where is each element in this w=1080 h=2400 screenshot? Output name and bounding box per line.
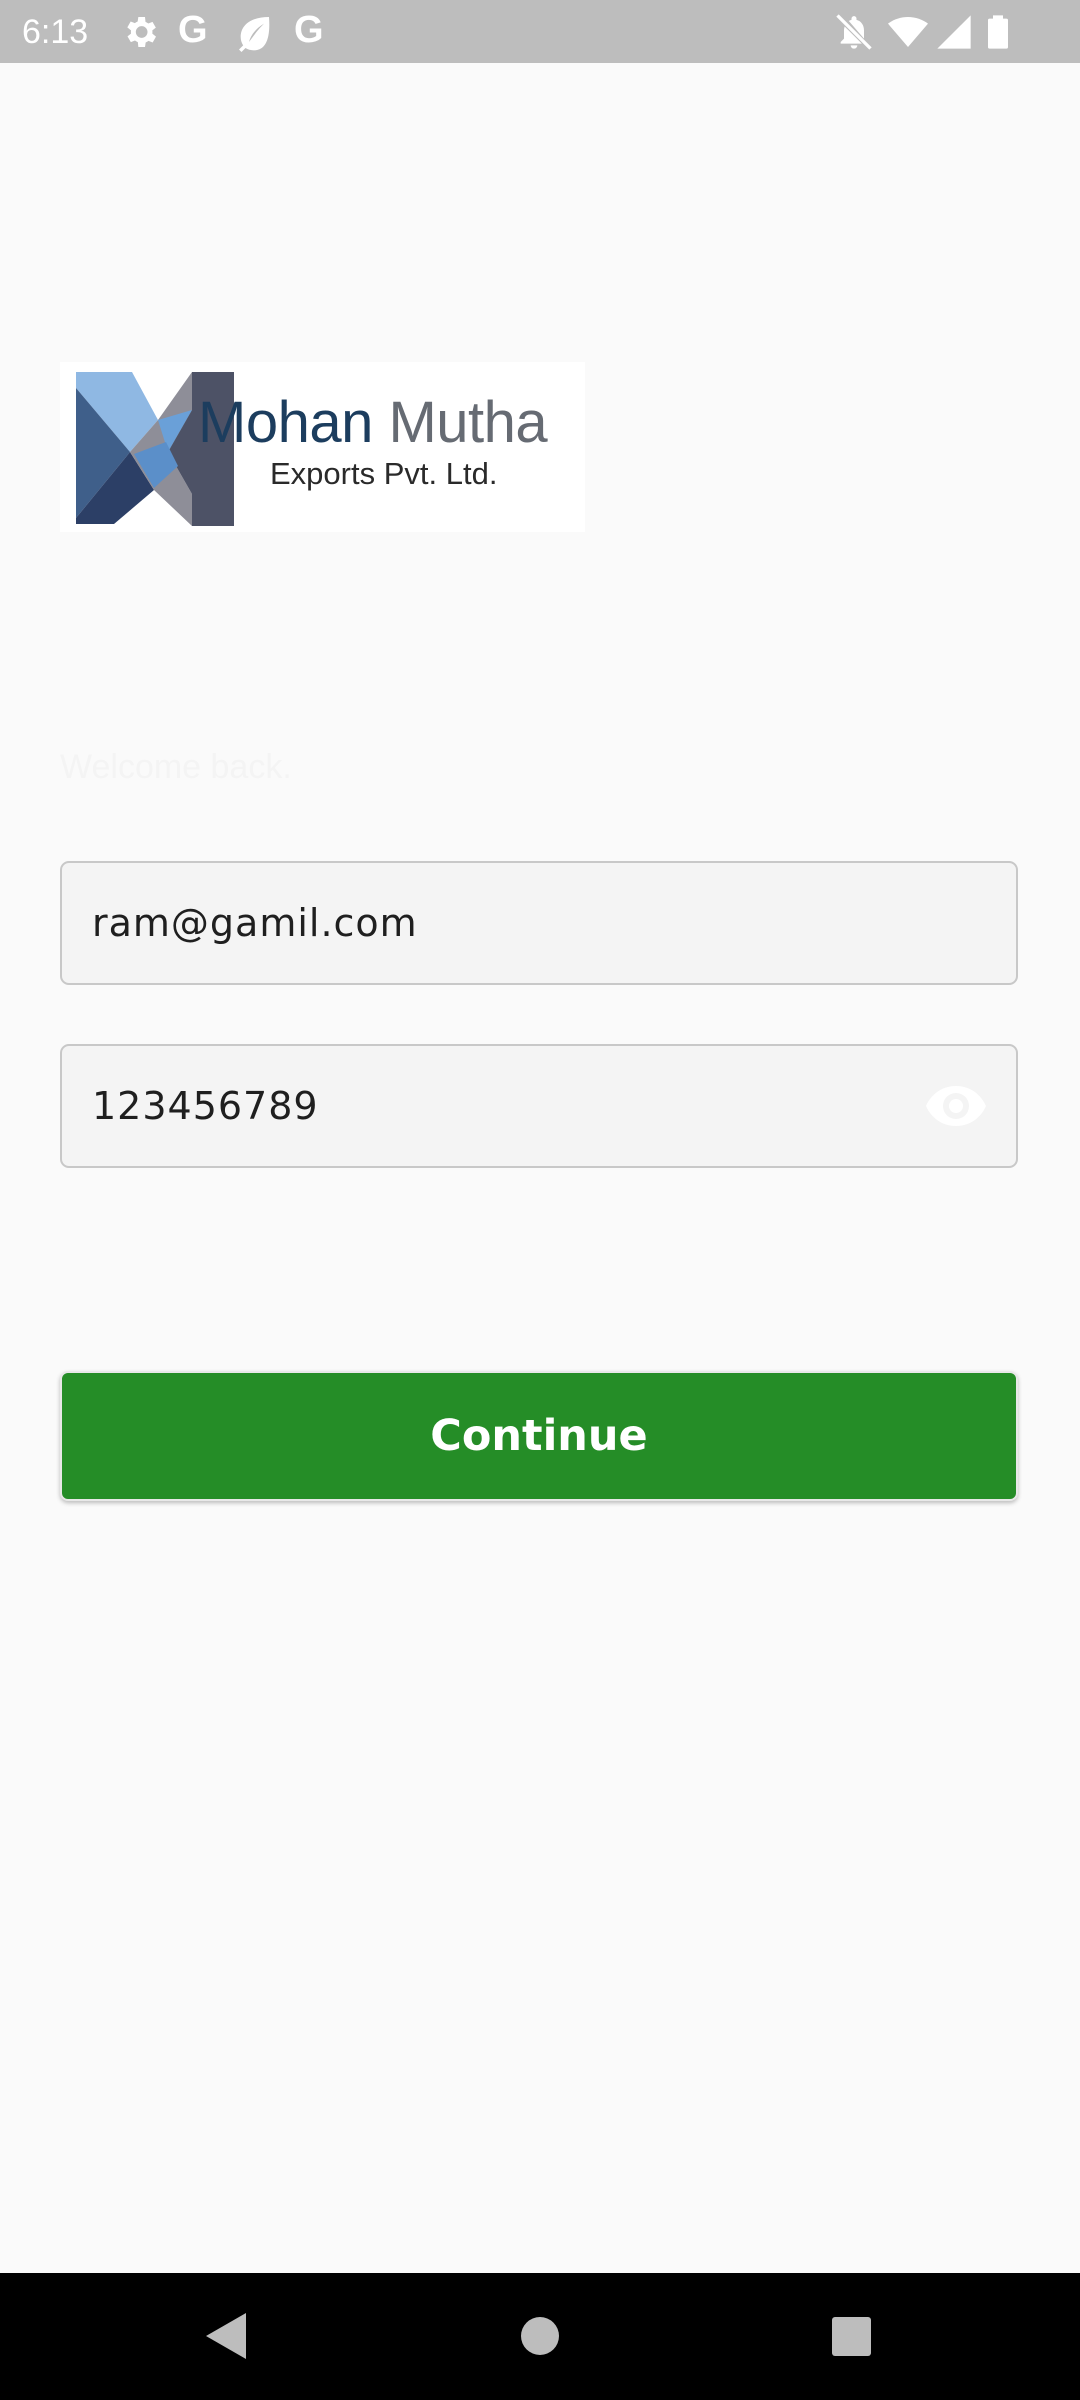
password-input[interactable] [92, 1046, 932, 1166]
wifi-icon [888, 17, 928, 47]
home-icon[interactable] [480, 2273, 600, 2400]
google-g-icon: G [294, 9, 324, 51]
email-field[interactable] [60, 861, 1018, 985]
welcome-text: Welcome back. [60, 748, 292, 786]
leaf-icon [239, 17, 270, 52]
logo-name-part2: Mutha [388, 390, 548, 455]
google-g-icon: G [178, 9, 208, 51]
company-logo: Mohan Mutha Exports Pvt. Ltd. [60, 362, 585, 532]
password-field[interactable] [60, 1044, 1018, 1168]
status-bar: 6:13 G G [0, 0, 1080, 63]
battery-icon [988, 15, 1008, 49]
logo-subtitle: Exports Pvt. Ltd. [270, 456, 498, 491]
logo-company-name: Mohan Mutha [198, 390, 548, 456]
bell-off-icon [836, 14, 872, 50]
logo-name-part1: Mohan [198, 390, 373, 455]
email-input[interactable] [92, 863, 932, 983]
navigation-bar [0, 2273, 1080, 2400]
gear-icon [127, 17, 156, 47]
signal-icon [937, 15, 971, 49]
recents-icon[interactable] [791, 2273, 911, 2400]
continue-button[interactable]: Continue [60, 1371, 1018, 1501]
back-icon[interactable] [166, 2273, 286, 2400]
eye-icon[interactable] [926, 1086, 986, 1126]
status-time: 6:13 [22, 13, 89, 51]
